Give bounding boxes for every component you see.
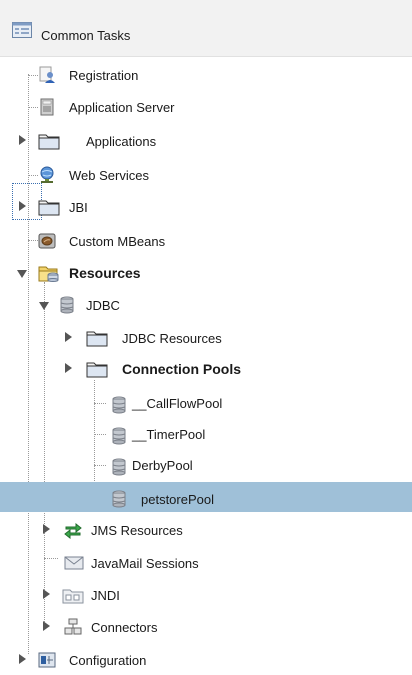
tree-item-jndi[interactable]: JNDI — [0, 580, 412, 610]
tree-item-label: JDBC Resources — [122, 331, 222, 346]
tree-item-javamail-sessions[interactable]: JavaMail Sessions — [0, 548, 412, 578]
common-tasks-header[interactable]: Common Tasks — [0, 0, 412, 57]
database-icon — [60, 296, 74, 314]
database-icon — [112, 396, 126, 414]
expand-arrow-icon[interactable] — [42, 588, 52, 600]
tree-item-label: Configuration — [69, 653, 147, 668]
expand-arrow-icon[interactable] — [64, 362, 74, 374]
mail-icon — [64, 556, 84, 570]
configuration-icon — [38, 652, 56, 668]
registration-icon — [39, 66, 55, 83]
expand-arrow-icon[interactable] — [42, 620, 52, 632]
database-icon — [112, 427, 126, 445]
tree-item-label: Connectors — [91, 620, 158, 635]
tree-item-resources[interactable]: Resources — [0, 258, 412, 288]
tree-item-label: DerbyPool — [132, 458, 193, 473]
tree-item-label: Custom MBeans — [69, 234, 166, 249]
tree-item-label: Registration — [69, 68, 139, 83]
tree-item-label: JDBC — [86, 298, 120, 313]
tree-item-petstorepool[interactable]: petstorePool — [0, 482, 412, 512]
tree-item-jms-resources[interactable]: JMS Resources — [0, 515, 412, 545]
tree-item-label: __CallFlowPool — [132, 396, 223, 411]
folder-icon — [86, 362, 108, 378]
tree-item-label: Resources — [69, 265, 141, 281]
collapse-arrow-icon[interactable] — [16, 269, 28, 279]
tree-item-callflowpool[interactable]: __CallFlowPool — [0, 388, 412, 418]
expand-arrow-icon[interactable] — [42, 523, 52, 535]
tree-item-timerpool[interactable]: __TimerPool — [0, 419, 412, 449]
folder-icon — [38, 134, 60, 150]
folder-icon — [38, 200, 60, 216]
expand-arrow-icon[interactable] — [18, 200, 28, 212]
tree-item-web-services[interactable]: Web Services — [0, 160, 412, 190]
tree-item-label: JMS Resources — [91, 523, 183, 538]
tree-item-applications[interactable]: Applications — [0, 126, 412, 156]
server-icon — [40, 98, 54, 116]
tree-item-label: __TimerPool — [132, 427, 206, 442]
collapse-arrow-icon[interactable] — [38, 301, 50, 311]
tree-item-derbypool[interactable]: DerbyPool — [0, 450, 412, 480]
database-icon — [112, 490, 126, 508]
tree-item-custom-mbeans[interactable]: Custom MBeans — [0, 226, 412, 256]
jms-arrows-icon — [64, 522, 82, 539]
tree-item-label: JNDI — [91, 588, 120, 603]
mbean-icon — [38, 233, 56, 249]
tree-item-jdbc-resources[interactable]: JDBC Resources — [0, 323, 412, 353]
web-services-icon — [40, 166, 54, 183]
tree-item-label: JavaMail Sessions — [91, 556, 199, 571]
tree-item-connection-pools[interactable]: Connection Pools — [0, 354, 412, 384]
connectors-icon — [64, 618, 82, 635]
expand-arrow-icon[interactable] — [18, 653, 28, 665]
folder-icon — [86, 331, 108, 347]
common-tasks-icon — [12, 22, 32, 38]
tree-item-label: JBI — [69, 200, 88, 215]
navigation-tree: Registration Application Server Applicat… — [0, 60, 412, 671]
expand-arrow-icon[interactable] — [64, 331, 74, 343]
tree-item-label: petstorePool — [141, 492, 214, 507]
tree-item-label: Web Services — [69, 168, 149, 183]
database-icon — [112, 458, 126, 476]
tree-item-label: Connection Pools — [122, 361, 241, 377]
tree-item-jdbc[interactable]: JDBC — [0, 290, 412, 320]
tree-item-label: Applications — [86, 134, 157, 149]
resources-icon — [38, 266, 59, 282]
tree-item-label: Application Server — [69, 100, 175, 115]
expand-arrow-icon[interactable] — [18, 134, 28, 146]
tree-item-registration[interactable]: Registration — [0, 60, 412, 90]
common-tasks-title: Common Tasks — [41, 28, 131, 43]
jndi-folder-icon — [62, 589, 84, 604]
tree-item-jbi[interactable]: JBI — [0, 192, 412, 222]
tree-item-application-server[interactable]: Application Server — [0, 92, 412, 122]
tree-item-connectors[interactable]: Connectors — [0, 612, 412, 642]
